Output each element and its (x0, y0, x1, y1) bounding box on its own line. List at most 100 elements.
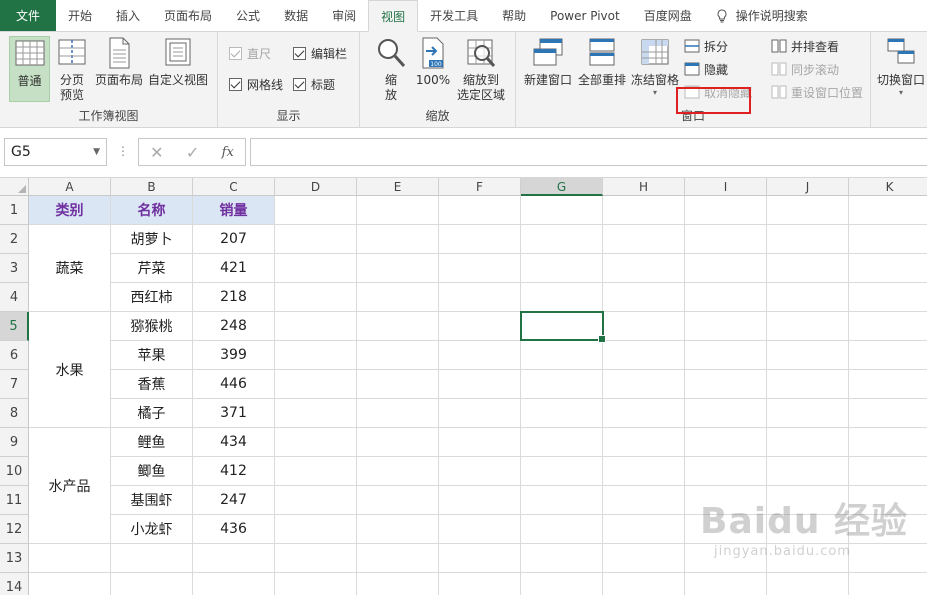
name-box[interactable]: G5 ▼ (4, 138, 107, 166)
headings-checkbox[interactable]: 标题 (293, 74, 335, 94)
column-header-e[interactable]: E (357, 178, 439, 196)
insert-function-icon[interactable]: fx (222, 145, 234, 160)
tab-page-layout[interactable]: 页面布局 (152, 0, 224, 31)
table-header-cell[interactable]: 名称 (111, 196, 192, 224)
row-header-1[interactable]: 1 (0, 196, 29, 225)
gridlines-checkbox[interactable]: 网格线 (229, 74, 283, 94)
sales-value-cell[interactable]: 207 (193, 225, 274, 253)
row-header-6[interactable]: 6 (0, 341, 29, 370)
category-merged-cell[interactable]: 蔬菜 (29, 225, 110, 311)
sales-value-cell[interactable]: 399 (193, 341, 274, 369)
row-header-4[interactable]: 4 (0, 283, 29, 312)
tab-developer[interactable]: 开发工具 (418, 0, 490, 31)
sales-value-cell[interactable]: 436 (193, 515, 274, 543)
tab-formulas[interactable]: 公式 (224, 0, 272, 31)
enter-check-icon[interactable]: ✓ (186, 143, 199, 162)
tab-insert[interactable]: 插入 (104, 0, 152, 31)
sales-value-cell[interactable]: 421 (193, 254, 274, 282)
category-merged-cell[interactable]: 水果 (29, 312, 110, 427)
row-header-9[interactable]: 9 (0, 428, 29, 457)
item-name-cell[interactable]: 橘子 (111, 399, 192, 427)
arrange-all-button[interactable]: 全部重排 (576, 36, 628, 88)
column-header-c[interactable]: C (193, 178, 275, 196)
cancel-icon[interactable]: ✕ (150, 143, 163, 162)
sales-value-cell[interactable]: 248 (193, 312, 274, 340)
formula-input[interactable] (250, 138, 927, 166)
item-name-cell[interactable]: 小龙虾 (111, 515, 192, 543)
formula-bar-grip-icon[interactable]: ⋮ (117, 144, 129, 158)
ruler-checkbox[interactable]: 直尺 (229, 43, 271, 63)
item-name-cell[interactable]: 猕猴桃 (111, 312, 192, 340)
sales-value-cell[interactable]: 412 (193, 457, 274, 485)
view-side-by-side-button[interactable]: 并排查看 (771, 36, 839, 56)
zoom-100-button[interactable]: 100 100% (415, 36, 451, 88)
tab-file[interactable]: 文件 (0, 0, 56, 31)
new-window-button[interactable]: 新建窗口 (522, 36, 574, 88)
row-header-5[interactable]: 5 (0, 312, 29, 341)
sales-value-cell[interactable]: 247 (193, 486, 274, 514)
tab-view[interactable]: 视图 (368, 0, 419, 32)
tab-help[interactable]: 帮助 (490, 0, 538, 31)
sales-value-cell[interactable]: 446 (193, 370, 274, 398)
freeze-panes-button[interactable]: 冻结窗格 ▾ (630, 36, 680, 98)
sales-value-cell[interactable]: 371 (193, 399, 274, 427)
headings-check-icon (293, 77, 306, 91)
tab-data[interactable]: 数据 (272, 0, 320, 31)
row-header-8[interactable]: 8 (0, 399, 29, 428)
reset-window-position-button[interactable]: 重设窗口位置 (771, 82, 863, 102)
item-name-cell[interactable]: 西红柿 (111, 283, 192, 311)
item-name-cell[interactable]: 芹菜 (111, 254, 192, 282)
row-header-12[interactable]: 12 (0, 515, 29, 544)
tab-power-pivot[interactable]: Power Pivot (538, 0, 632, 31)
row-header-10[interactable]: 10 (0, 457, 29, 486)
hide-window-button[interactable]: 隐藏 (684, 59, 728, 79)
name-box-chevron-down-icon[interactable]: ▼ (93, 147, 100, 157)
item-name-cell[interactable]: 鲤鱼 (111, 428, 192, 456)
sales-value-cell[interactable]: 434 (193, 428, 274, 456)
switch-windows-button[interactable]: 切换窗口 ▾ (876, 36, 926, 98)
column-header-j[interactable]: J (767, 178, 849, 196)
sales-value-cell[interactable]: 218 (193, 283, 274, 311)
select-all-corner[interactable] (0, 178, 29, 196)
row-header-7[interactable]: 7 (0, 370, 29, 399)
formula-bar-checkbox[interactable]: 编辑栏 (293, 43, 347, 63)
normal-view-button[interactable]: 普通 (9, 36, 50, 102)
table-header-cell[interactable]: 销量 (193, 196, 274, 224)
item-name-cell[interactable]: 胡萝卜 (111, 225, 192, 253)
item-name-cell[interactable]: 香蕉 (111, 370, 192, 398)
item-name-cell[interactable]: 鲫鱼 (111, 457, 192, 485)
magnifier-icon (378, 39, 406, 68)
row-header-2[interactable]: 2 (0, 225, 29, 254)
custom-views-button[interactable]: 自定义视图 (147, 36, 209, 88)
switch-windows-label: 切换窗口 (876, 73, 925, 87)
page-break-preview-button[interactable]: 分页 预览 (54, 36, 90, 103)
column-header-h[interactable]: H (603, 178, 685, 196)
column-header-b[interactable]: B (111, 178, 193, 196)
column-header-d[interactable]: D (275, 178, 357, 196)
row-header-11[interactable]: 11 (0, 486, 29, 515)
tab-review[interactable]: 审阅 (320, 0, 368, 31)
zoom-button[interactable]: 缩 放 (374, 36, 408, 103)
row-header-13[interactable]: 13 (0, 544, 29, 573)
table-header-cell[interactable]: 类别 (29, 196, 110, 224)
page-layout-view-button[interactable]: 页面布局 (92, 36, 146, 88)
row-header-14[interactable]: 14 (0, 573, 29, 595)
row-header-3[interactable]: 3 (0, 254, 29, 283)
page-layout-icon (109, 37, 130, 69)
item-name-cell[interactable]: 苹果 (111, 341, 192, 369)
tab-baidu-netdisk[interactable]: 百度网盘 (632, 0, 704, 31)
zoom-to-selection-button[interactable]: 缩放到 选定区域 (454, 36, 508, 103)
column-header-a[interactable]: A (29, 178, 111, 196)
active-cell-selection[interactable] (520, 311, 606, 343)
column-header-i[interactable]: I (685, 178, 767, 196)
synchronous-scrolling-button[interactable]: 同步滚动 (771, 59, 839, 79)
column-header-g[interactable]: G (521, 178, 603, 196)
tell-me-search[interactable]: 操作说明搜索 (704, 0, 820, 31)
column-header-k[interactable]: K (849, 178, 927, 196)
watermark-url: jingyan.baidu.com (714, 544, 851, 559)
tab-home[interactable]: 开始 (56, 0, 104, 31)
category-merged-cell[interactable]: 水产品 (29, 428, 110, 543)
split-button[interactable]: 拆分 (684, 36, 728, 56)
item-name-cell[interactable]: 基围虾 (111, 486, 192, 514)
column-header-f[interactable]: F (439, 178, 521, 196)
